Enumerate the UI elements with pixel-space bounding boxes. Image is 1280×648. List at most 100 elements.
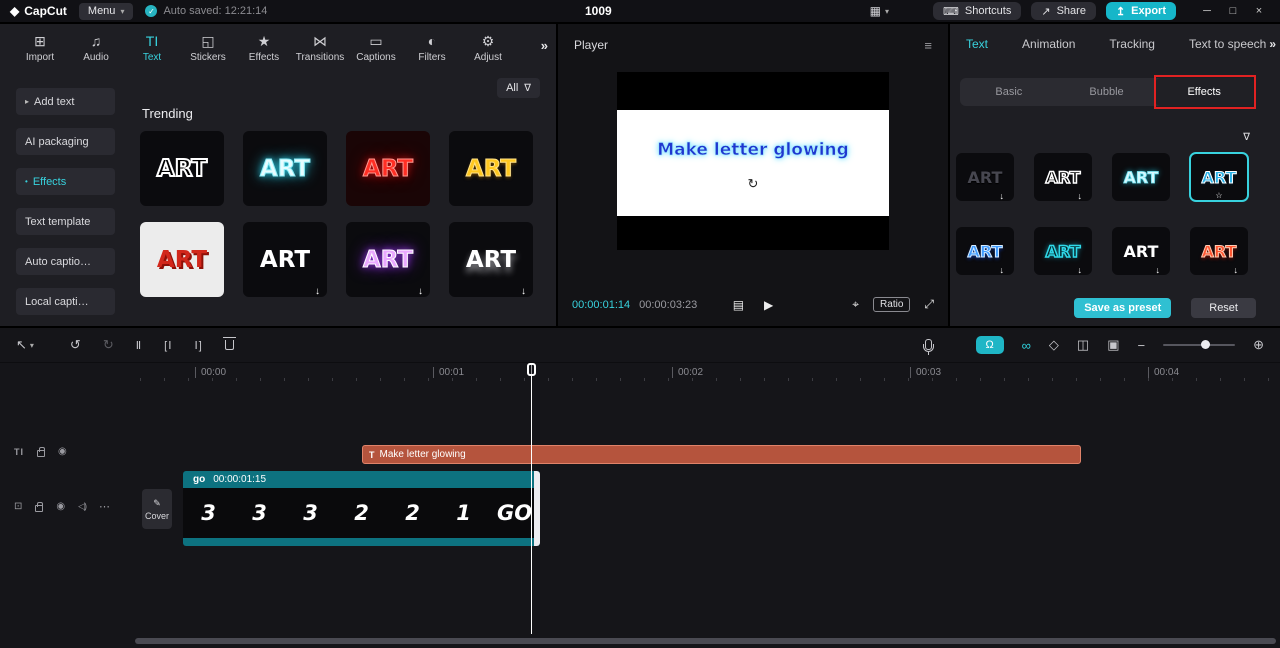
canvas-text-element[interactable]: Make letter glowing xyxy=(657,140,849,161)
toolbar-tab-captions[interactable]: ▭ Captions xyxy=(348,33,404,63)
subtab-bubble[interactable]: Bubble xyxy=(1058,78,1156,106)
tab-tracking[interactable]: Tracking xyxy=(1109,37,1155,51)
redo-button[interactable]: ↻ xyxy=(103,337,114,353)
effect-tile[interactable]: ART ☆ xyxy=(1112,153,1170,201)
effects-icon: ★ xyxy=(257,32,271,49)
effect-tile[interactable]: ART ↓ xyxy=(449,222,533,297)
fit-button[interactable]: ⌖ xyxy=(852,297,859,312)
record-voiceover-button[interactable] xyxy=(922,338,958,355)
timeline: ↖ ▾ ↺ ↻ Ⅱ [Ⅰ Ⅰ] Ω ∞ ◇ ◫ ▣ − ⊕ 00:00 00:0… xyxy=(0,328,1280,648)
more-tools-icon[interactable]: » xyxy=(538,38,550,53)
linking-toggle[interactable]: ∞ xyxy=(1022,338,1031,353)
toolbar-tab-label: Adjust xyxy=(474,51,502,63)
tab-animation[interactable]: Animation xyxy=(1022,37,1075,51)
play-button[interactable]: ▶ xyxy=(764,298,773,312)
effect-tile[interactable]: ART xyxy=(346,131,430,206)
toolbar-tab-text[interactable]: TI Text xyxy=(124,33,180,63)
filter-all-button[interactable]: All ∇ xyxy=(497,78,540,98)
effect-tile[interactable]: ART xyxy=(449,131,533,206)
effect-tile[interactable]: ART ↓ ☆ xyxy=(1034,153,1092,201)
effect-tile[interactable]: ART xyxy=(140,222,224,297)
player-menu-icon[interactable]: ≡ xyxy=(924,38,932,53)
zoom-in-button[interactable]: ⊕ xyxy=(1253,337,1264,353)
undo-button[interactable]: ↺ xyxy=(70,337,81,353)
speaker-icon[interactable]: ◁) xyxy=(78,501,87,512)
tab-text-to-speech[interactable]: Text to speech xyxy=(1189,37,1266,51)
effect-tile[interactable]: ART ↓ ☆ xyxy=(1190,227,1248,275)
inspector-subtabs: Basic Bubble Effects xyxy=(960,75,1256,109)
share-button[interactable]: ↗ Share xyxy=(1031,2,1096,20)
effect-tile-selected[interactable]: ART ☆ xyxy=(1189,152,1249,202)
effect-tile[interactable]: ART xyxy=(140,131,224,206)
playhead[interactable] xyxy=(527,363,536,634)
toolbar-tab-stickers[interactable]: ◱ Stickers xyxy=(180,33,236,63)
frame-thumb: 2 xyxy=(354,501,369,525)
eye-icon[interactable]: ◉ xyxy=(56,501,65,512)
effect-tile[interactable]: ART ↓ ☆ xyxy=(1034,227,1092,275)
toolbar-tab-audio[interactable]: ♫ Audio xyxy=(68,33,124,63)
sidebar-item-local-captions[interactable]: Local capti… xyxy=(16,288,115,315)
shortcuts-button[interactable]: ⌨ Shortcuts xyxy=(933,2,1022,20)
ratio-button[interactable]: Ratio xyxy=(873,297,911,312)
toolbar-tab-transitions[interactable]: ⋈ Transitions xyxy=(292,33,348,63)
menu-button[interactable]: Menu ▾ xyxy=(78,2,134,20)
effect-tile[interactable]: ART ↓ ☆ xyxy=(1112,227,1170,275)
main-track-magnet-toggle[interactable]: Ω xyxy=(975,336,1004,354)
reset-button[interactable]: Reset xyxy=(1191,298,1256,318)
toolbar-tab-filters[interactable]: ◐ Filters xyxy=(404,33,460,63)
save-as-preset-button[interactable]: Save as preset xyxy=(1074,298,1172,318)
minimize-button[interactable]: ─ xyxy=(1194,5,1220,17)
timeline-zoom-slider[interactable] xyxy=(1163,340,1236,349)
preview-axis-icon: ◫ xyxy=(1076,337,1090,352)
effect-tile[interactable]: ART ↓ xyxy=(346,222,430,297)
toolbar-tab-effects[interactable]: ★ Effects xyxy=(236,32,292,63)
effect-tile[interactable]: ART ↓ ☆ xyxy=(956,153,1014,201)
timeline-ruler[interactable]: 00:00 00:01 00:02 00:03 00:04 xyxy=(0,362,1280,382)
effect-tile[interactable]: ART ↓ xyxy=(243,222,327,297)
subtab-basic[interactable]: Basic xyxy=(960,78,1058,106)
keyframe-button[interactable]: ◇ xyxy=(1049,337,1059,353)
layout-switch-button[interactable]: ▦ ▾ xyxy=(870,4,889,18)
filter-icon[interactable]: ∇ xyxy=(1243,132,1250,143)
toolbar-tab-import[interactable]: ⊞ Import xyxy=(12,33,68,63)
subtab-effects[interactable]: Effects xyxy=(1155,78,1254,106)
sidebar-item-text-template[interactable]: Text template xyxy=(16,208,115,235)
lock-icon[interactable] xyxy=(37,446,45,457)
effect-tile[interactable]: ART ↓ ☆ xyxy=(956,227,1014,275)
fullscreen-button[interactable]: ⤢ xyxy=(924,297,934,312)
delete-button[interactable] xyxy=(222,337,236,353)
effect-tile[interactable]: ART xyxy=(243,131,327,206)
clip-list-button[interactable]: ▤ xyxy=(733,298,744,312)
edit-cover-button[interactable]: ✎ Cover xyxy=(142,489,172,529)
delete-left-button[interactable]: [Ⅰ xyxy=(164,339,172,352)
close-button[interactable]: × xyxy=(1246,5,1272,17)
video-clip[interactable]: go 00:00:01:15 3 3 3 2 2 1 GO xyxy=(183,471,540,546)
zoom-slider-knob[interactable] xyxy=(1200,340,1210,349)
split-button[interactable]: Ⅱ xyxy=(136,339,142,352)
export-button[interactable]: ↥ Export xyxy=(1105,2,1176,20)
lock-icon[interactable] xyxy=(35,501,44,512)
snapshot-button[interactable]: ▣ xyxy=(1107,337,1119,353)
video-preview[interactable]: Make letter glowing ↻ xyxy=(617,72,889,250)
select-tool-button[interactable]: ↖ ▾ xyxy=(16,337,34,353)
zoom-out-button[interactable]: − xyxy=(1138,338,1146,353)
tab-text[interactable]: Text xyxy=(966,37,988,51)
horizontal-scrollbar[interactable] xyxy=(135,638,1276,644)
more-options-icon[interactable]: ⋯ xyxy=(99,500,110,513)
clip-trim-handle[interactable] xyxy=(534,471,540,546)
sidebar-item-ai-packaging[interactable]: AI packaging xyxy=(16,128,115,155)
sidebar-item-auto-captions[interactable]: Auto captio… xyxy=(16,248,115,275)
sidebar-item-effects[interactable]: • Effects xyxy=(16,168,115,195)
eye-icon[interactable]: ◉ xyxy=(58,446,67,457)
text-clip[interactable]: T Make letter glowing xyxy=(362,445,1081,464)
maximize-button[interactable]: □ xyxy=(1220,5,1246,17)
player-panel: Player ≡ Make letter glowing ↻ 00:00:01:… xyxy=(558,24,948,326)
effect-preview-text: ART xyxy=(465,155,517,182)
playhead-handle[interactable] xyxy=(527,363,536,376)
sidebar-item-add-text[interactable]: ▸ Add text xyxy=(16,88,115,115)
more-tabs-icon[interactable]: » xyxy=(1267,37,1280,51)
delete-right-button[interactable]: Ⅰ] xyxy=(194,339,202,352)
toolbar-tab-adjust[interactable]: ⚙ Adjust xyxy=(460,33,516,63)
microphone-icon xyxy=(922,338,934,355)
preview-axis-button[interactable]: ◫ xyxy=(1077,337,1089,353)
